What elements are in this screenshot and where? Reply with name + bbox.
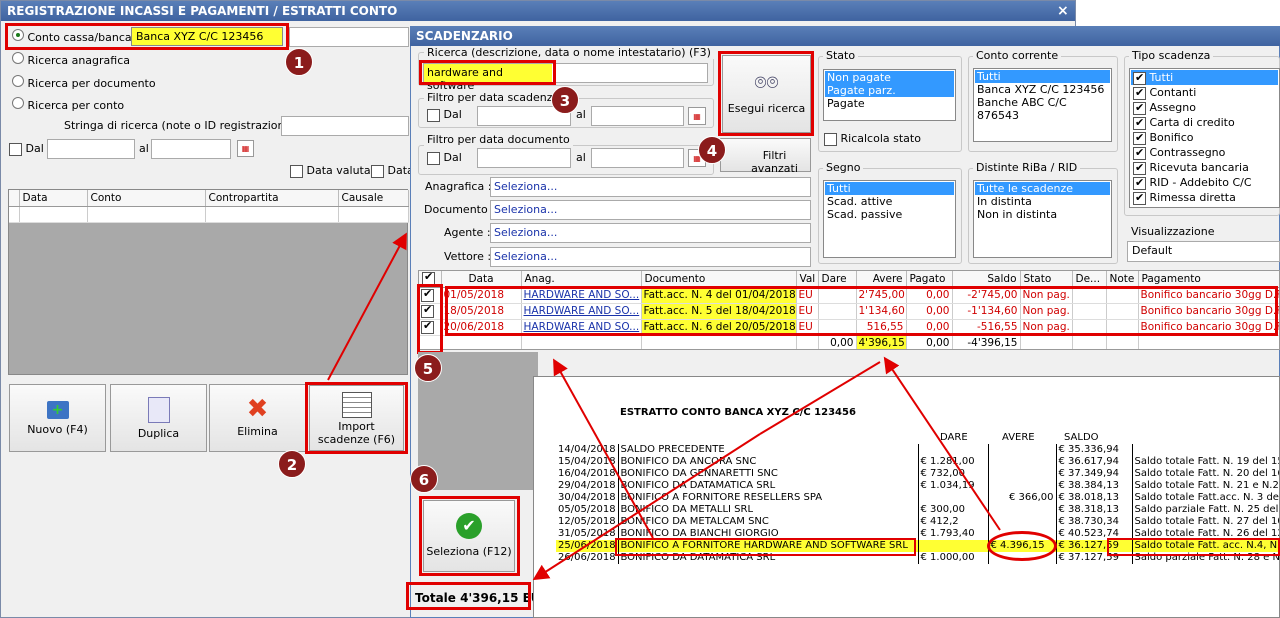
marker-1: 1 (285, 48, 313, 76)
arrow-import-to-scadenzario (327, 232, 407, 381)
marker-5: 5 (414, 354, 442, 382)
marker-4: 4 (698, 136, 726, 164)
arrow-to-totale (532, 433, 761, 581)
annotation-arrows (327, 232, 1001, 581)
arrow-avere-to-total (883, 356, 1001, 531)
marker-6: 6 (410, 465, 438, 493)
marker-3: 3 (551, 86, 579, 114)
arrow-total-to-statement (759, 361, 881, 435)
marker-2: 2 (278, 450, 306, 478)
